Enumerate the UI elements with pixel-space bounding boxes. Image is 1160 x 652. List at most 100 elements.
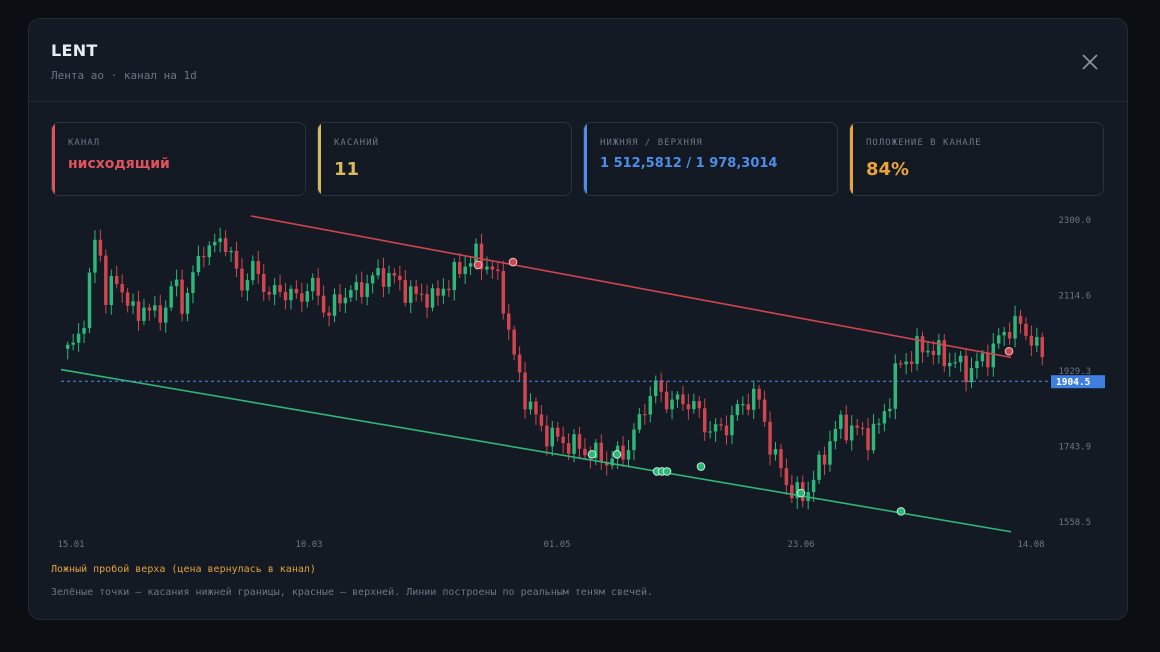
x-tick-label: 01.05 [543,540,570,550]
candle-body [583,448,587,456]
card-value: 11 [334,159,360,180]
candle-body [632,429,636,451]
candle-body [207,245,212,258]
candle-body [964,355,968,383]
candle-body [517,354,522,373]
candle-body [996,335,1001,344]
candle-body [713,424,718,432]
candle-body [93,239,97,273]
candle-body [223,238,228,253]
candle-body [909,361,914,364]
x-tick-label: 23.06 [787,540,814,550]
channel-chart[interactable]: 2300.0 2114.6 1929.3 1743.9 1558.5 15.01 10.0… [51,206,1111,556]
candle-body [681,394,685,405]
candle-body [577,434,582,449]
candle-body [163,307,168,323]
candle-body [202,255,206,258]
candle-body [261,274,266,293]
candle-body [953,362,957,364]
y-axis: 2300.02114.61929.31743.91558.5 [1058,216,1091,528]
candle-body [1013,315,1017,339]
candle-body [387,273,391,287]
close-icon [1082,54,1098,70]
card-label: положение в канале [866,138,982,148]
false-breakout-note: Ложный пробой верха (цена вернулась в ка… [51,564,316,575]
lower-touch-point [587,450,597,459]
card-value: нисходящий [68,156,170,172]
candle-body [882,411,887,424]
candle-body [359,282,364,297]
candle-body [376,268,380,276]
candle-body [773,449,778,455]
candle-body [425,294,429,308]
y-tick-label: 1558.5 [1058,518,1091,528]
candle-body [381,268,386,287]
candle-body [305,291,310,302]
card-accent [584,123,587,195]
card-bounds: нижняя / верхняя 1 512,5812 / 1 978,3014 [583,122,838,196]
candle-body [741,404,745,406]
candle-body [76,333,81,343]
candle-body [120,283,124,293]
candle-body [670,399,674,410]
candle-body [637,414,642,430]
candle-body [414,286,418,294]
candle-body [98,239,103,256]
candle-body [768,421,772,455]
card-label: нижняя / верхняя [600,138,703,148]
candle-body [779,449,783,469]
candle-body [158,305,163,323]
candle-body [839,414,843,429]
candle-body [457,262,462,275]
candle-body [719,424,723,426]
candle-body [71,342,75,345]
candle-body [169,286,173,308]
y-tick-label: 2114.6 [1058,292,1091,302]
candle-body [447,288,451,291]
candle-body [490,266,495,270]
candle-body [1024,323,1028,336]
candle-body [1035,337,1039,346]
legend-note: Зелёные точки — касания нижней границы, … [51,587,654,598]
candle-body [229,250,233,253]
candle-body [245,280,250,291]
candle-body [937,340,941,356]
candle-body [289,288,293,301]
card-value: 1 512,5812 / 1 978,3014 [600,156,778,171]
candle-body [104,255,108,306]
candle-body [751,388,756,410]
candle-body [452,262,457,291]
candle-body [174,279,179,287]
card-value: 84% [866,159,910,180]
candle-body [131,301,135,306]
candle-body [599,442,604,462]
candle-body [675,394,680,400]
candle-body [947,362,952,367]
candle-body [724,425,729,436]
candle-body [545,425,549,447]
candle-body [343,297,348,304]
candle-body [1007,331,1012,339]
card-touches: касаний 11 [317,122,572,196]
candle-body [294,288,299,294]
stat-cards: канал нисходящий касаний 11 нижняя / вер… [51,122,1105,196]
candle-body [746,404,751,410]
candle-body [354,282,359,291]
candle-body [196,255,201,273]
candle-body [496,269,500,272]
current-price: 1904.5 [61,375,1105,389]
candle-body [817,454,821,480]
candle-body [125,292,130,306]
candle-body [218,238,222,242]
candle-body [474,243,478,264]
candle-body [114,276,119,284]
candles [65,227,1045,510]
candle-body [142,307,146,321]
candle-body [626,450,631,460]
close-button[interactable] [1079,51,1101,73]
x-axis: 15.01 10.03 01.05 23.06 14.08 [57,540,1044,550]
candle-body [980,353,985,362]
candle-body [441,288,446,296]
candle-body [185,293,190,314]
card-label: касаний [334,138,379,148]
